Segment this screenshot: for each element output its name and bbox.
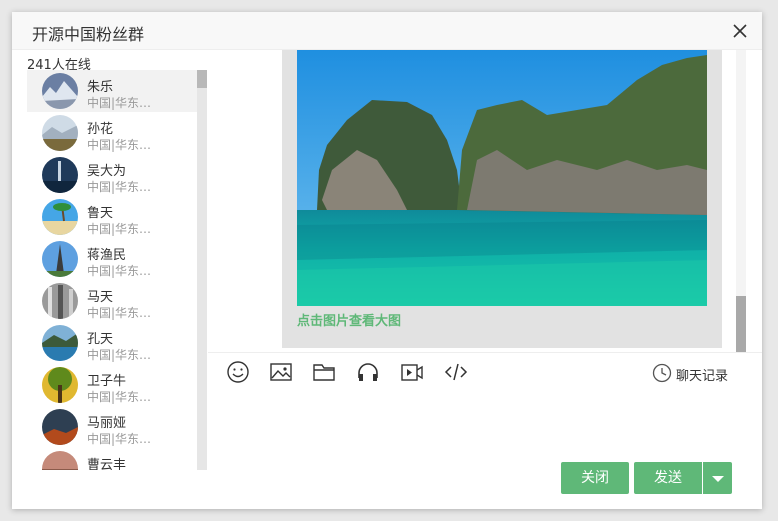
member-sign: 中国|华东…: [87, 222, 152, 236]
member-name: 曹云丰: [87, 458, 127, 470]
title-bar[interactable]: 开源中国粉丝群: [12, 12, 762, 50]
member-sign: 中国|华东…: [87, 348, 152, 362]
avatar: [42, 199, 78, 235]
clock-icon: [652, 363, 672, 387]
chevron-down-icon: [712, 476, 724, 482]
smiley-icon[interactable]: [226, 360, 250, 384]
video-icon[interactable]: [400, 360, 424, 384]
member-sign: 中国|华东…: [87, 96, 152, 110]
member-name: 孙花: [87, 122, 114, 137]
chat-scrollbar[interactable]: [736, 50, 746, 352]
member-name: 蒋渔民: [87, 248, 127, 263]
list-item[interactable]: 马天 中国|华东…: [27, 280, 197, 322]
avatar: [42, 241, 78, 277]
member-name: 朱乐: [87, 80, 114, 95]
avatar: [42, 73, 78, 109]
avatar: [42, 451, 78, 470]
member-sign: 中国|华东…: [87, 432, 152, 446]
headphones-icon[interactable]: [356, 360, 380, 384]
list-item[interactable]: 卫子牛 中国|华东…: [27, 364, 197, 406]
close-icon[interactable]: [732, 23, 748, 39]
member-sign: 中国|华东…: [87, 390, 152, 404]
avatar: [42, 409, 78, 445]
scrollbar-thumb[interactable]: [197, 70, 207, 88]
list-item[interactable]: 吴大为 中国|华东…: [27, 154, 197, 196]
avatar: [42, 115, 78, 151]
chat-history-label: 聊天记录: [676, 369, 729, 384]
list-item[interactable]: 朱乐 中国|华东…: [27, 70, 197, 112]
list-item[interactable]: 孙花 中国|华东…: [27, 112, 197, 154]
chat-history-button[interactable]: 聊天记录: [652, 362, 734, 384]
list-item[interactable]: 蒋渔民 中国|华东…: [27, 238, 197, 280]
member-sign: 中国|华东…: [87, 138, 152, 152]
avatar: [42, 283, 78, 319]
member-name: 马丽娅: [87, 416, 127, 431]
member-name: 马天: [87, 290, 114, 305]
member-name: 鲁天: [87, 206, 114, 221]
image-icon[interactable]: [269, 360, 293, 384]
list-item[interactable]: 鲁天 中国|华东…: [27, 196, 197, 238]
send-options-button[interactable]: [703, 462, 732, 494]
message-input[interactable]: [208, 389, 748, 459]
send-button[interactable]: 发送: [634, 462, 702, 494]
member-list: 朱乐 中国|华东… 孙花 中国|华东… 吴大为 中国|华东… 鲁天 中国|华东……: [27, 70, 207, 470]
message-bubble: 点击图片查看大图: [282, 50, 722, 348]
folder-icon[interactable]: [312, 360, 336, 384]
view-full-image-link[interactable]: 点击图片查看大图: [297, 310, 401, 329]
member-sign: 中国|华东…: [87, 306, 152, 320]
member-list-scrollbar[interactable]: [197, 70, 207, 470]
code-icon[interactable]: [444, 360, 468, 384]
avatar: [42, 157, 78, 193]
member-sign: 中国|华东…: [87, 264, 152, 278]
member-name: 孔天: [87, 332, 114, 347]
chat-dialog: 开源中国粉丝群 241人在线 朱乐 中国|华东… 孙花 中国|华东… 吴大为 中…: [12, 12, 762, 509]
list-item[interactable]: 孔天 中国|华东…: [27, 322, 197, 364]
avatar: [42, 325, 78, 361]
chat-toolbar: 聊天记录: [208, 352, 762, 388]
message-image[interactable]: [297, 50, 707, 306]
chat-messages: 点击图片查看大图: [208, 50, 748, 352]
member-sign: 中国|华东…: [87, 180, 152, 194]
scrollbar-thumb[interactable]: [736, 296, 746, 352]
dialog-title: 开源中国粉丝群: [32, 25, 145, 44]
member-name: 卫子牛: [87, 374, 127, 389]
avatar: [42, 367, 78, 403]
list-item[interactable]: 马丽娅 中国|华东…: [27, 406, 197, 448]
member-name: 吴大为: [87, 164, 127, 179]
close-button[interactable]: 关闭: [561, 462, 629, 494]
list-item[interactable]: 曹云丰: [27, 448, 197, 470]
